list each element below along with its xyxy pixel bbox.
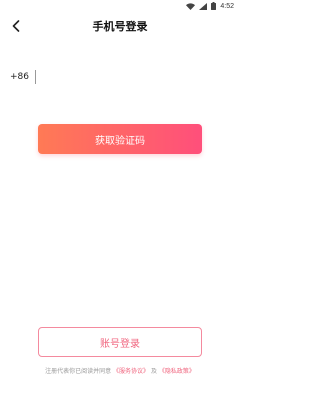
chevron-left-icon: [11, 17, 21, 36]
status-bar: 4:52: [0, 0, 240, 12]
header: 手机号登录: [0, 14, 240, 38]
get-code-button[interactable]: 获取验证码: [38, 124, 202, 154]
wifi-icon: [186, 2, 196, 10]
agreement-prefix: 注册代表你已阅读并同意: [45, 368, 112, 375]
login-screen: 4:52 手机号登录 +86 获取验证码 账号登录 注册代表你已阅读并同意 《服…: [0, 0, 240, 400]
battery-icon: [211, 2, 217, 10]
service-agreement-link[interactable]: 《服务协议》: [113, 368, 149, 375]
account-login-button[interactable]: 账号登录: [38, 327, 202, 357]
back-button[interactable]: [8, 18, 24, 34]
agreement-text: 注册代表你已阅读并同意 《服务协议》 及 《隐私政策》: [0, 366, 240, 375]
signal-icon: [199, 2, 208, 10]
status-time: 4:52: [220, 2, 234, 10]
phone-row: +86: [10, 70, 218, 84]
page-title: 手机号登录: [92, 20, 148, 33]
agreement-conjunction: 及: [150, 368, 157, 375]
privacy-policy-link[interactable]: 《隐私政策》: [159, 368, 195, 375]
country-code[interactable]: +86: [10, 72, 29, 82]
phone-input[interactable]: [35, 70, 218, 84]
